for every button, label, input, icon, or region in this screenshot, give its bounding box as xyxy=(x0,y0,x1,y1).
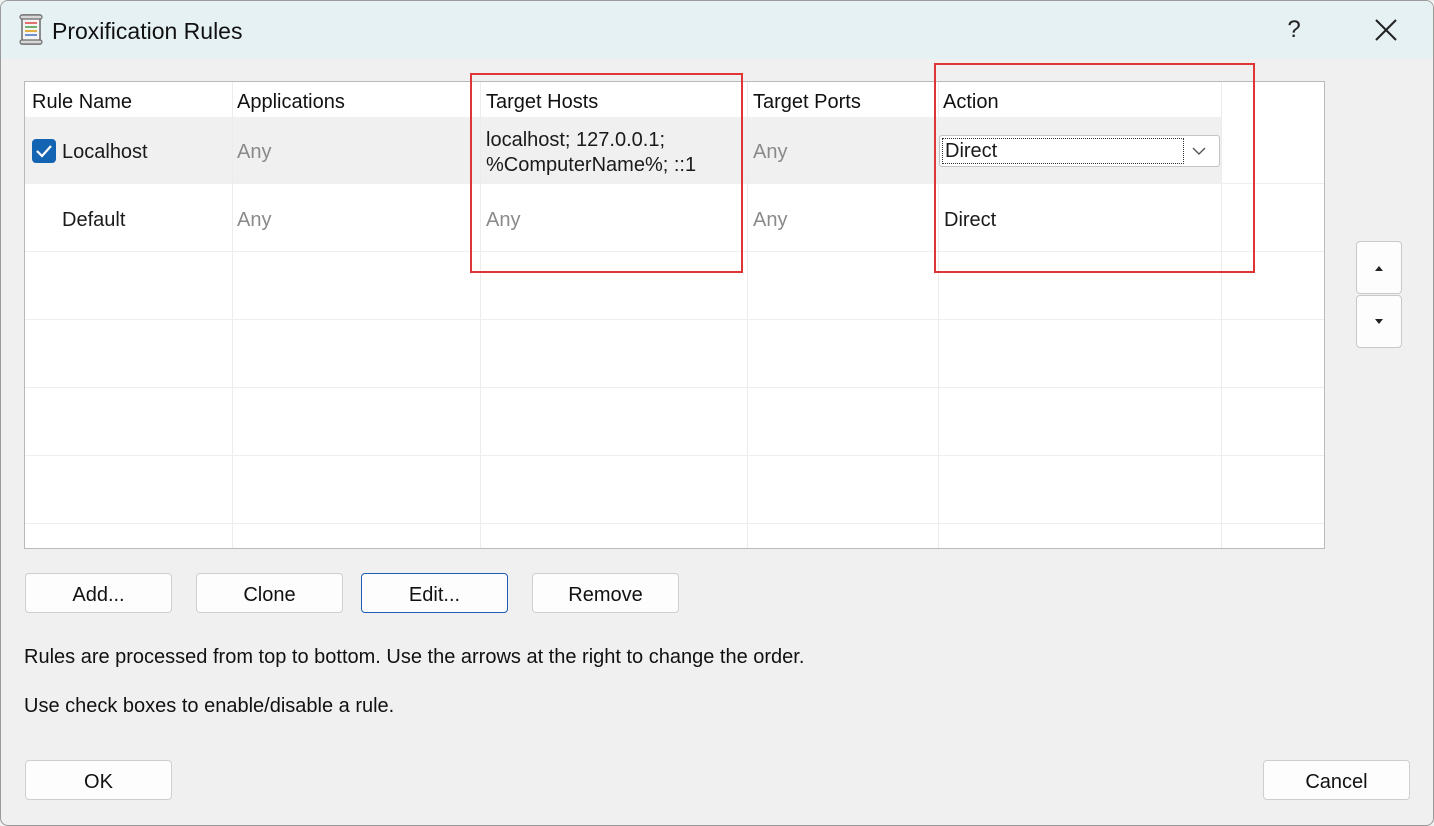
help-button[interactable]: ? xyxy=(1271,10,1317,50)
rules-scroll-icon xyxy=(19,14,43,45)
edit-button[interactable]: Edit... xyxy=(361,573,508,613)
move-down-button[interactable] xyxy=(1356,295,1402,348)
rule-applications[interactable]: Any xyxy=(237,141,271,164)
column-divider xyxy=(232,82,233,548)
window-title: Proxification Rules xyxy=(52,18,243,44)
row-divider xyxy=(25,387,1324,388)
ok-button[interactable]: OK xyxy=(25,760,172,800)
title-bar: Proxification Rules ? xyxy=(1,1,1433,59)
row-divider xyxy=(25,523,1324,524)
column-header-target-ports[interactable]: Target Ports xyxy=(753,91,861,114)
cancel-button[interactable]: Cancel xyxy=(1263,760,1410,800)
triangle-down-icon xyxy=(1375,319,1383,324)
checkmark-icon xyxy=(36,145,52,158)
action-highlight-box xyxy=(934,63,1255,273)
close-icon xyxy=(1375,19,1397,41)
row-divider xyxy=(25,455,1324,456)
proxification-rules-dialog: Proxification Rules ? Rule Name Applicat… xyxy=(0,0,1434,826)
close-button[interactable] xyxy=(1363,10,1409,50)
order-instructions-text: Rules are processed from top to bottom. … xyxy=(24,646,805,668)
target-hosts-highlight-box xyxy=(470,73,743,273)
rule-target-ports[interactable]: Any xyxy=(753,209,787,232)
rule-target-ports[interactable]: Any xyxy=(753,141,787,164)
row-divider xyxy=(25,319,1324,320)
checkbox-instructions-text: Use check boxes to enable/disable a rule… xyxy=(24,695,395,717)
clone-button[interactable]: Clone xyxy=(196,573,343,613)
rule-applications[interactable]: Any xyxy=(237,209,271,232)
column-divider xyxy=(747,82,748,548)
remove-button[interactable]: Remove xyxy=(532,573,679,613)
column-header-rule-name[interactable]: Rule Name xyxy=(32,91,132,114)
triangle-up-icon xyxy=(1375,266,1383,271)
rule-name[interactable]: Default xyxy=(62,209,125,232)
column-header-applications[interactable]: Applications xyxy=(237,91,345,114)
move-up-button[interactable] xyxy=(1356,241,1402,294)
add-button[interactable]: Add... xyxy=(25,573,172,613)
rule-enabled-checkbox[interactable] xyxy=(32,139,56,163)
rule-name[interactable]: Localhost xyxy=(62,141,148,164)
